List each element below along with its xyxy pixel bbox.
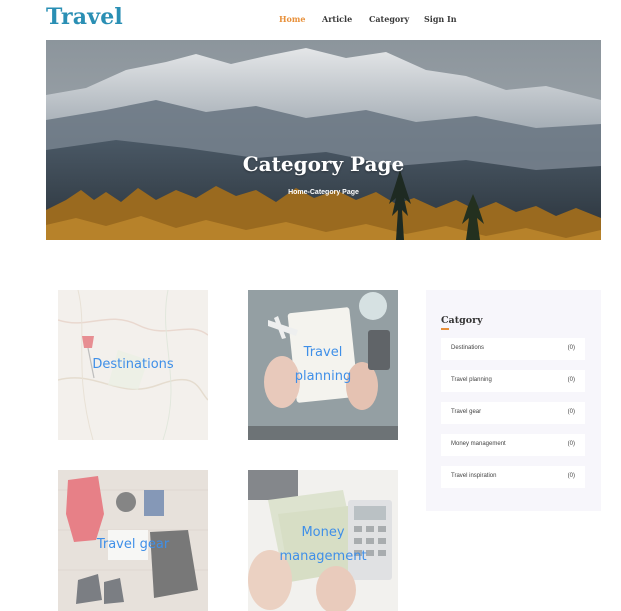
sidebar-item-travel-planning[interactable]: Travel planning (0) bbox=[441, 370, 585, 392]
sidebar-item-count: (0) bbox=[567, 441, 575, 447]
breadcrumb-current: -Category Page bbox=[307, 189, 359, 196]
category-card-travel-planning[interactable]: Travel planning bbox=[248, 290, 398, 440]
sidebar-item-destinations[interactable]: Destinations (0) bbox=[441, 338, 585, 360]
sidebar-item-count: (0) bbox=[567, 345, 575, 351]
title-underline bbox=[441, 328, 449, 330]
sidebar-item-label: Destinations bbox=[451, 345, 485, 351]
sidebar-item-count: (0) bbox=[567, 377, 575, 383]
tile-label-line-2: planning bbox=[294, 369, 352, 384]
sidebar-item-travel-inspiration[interactable]: Travel inspiration (0) bbox=[441, 466, 585, 488]
tile-label-line-1: Money bbox=[301, 525, 345, 540]
sidebar-item-count: (0) bbox=[567, 473, 575, 479]
tile-label: Travel gear bbox=[96, 537, 170, 552]
category-card-money-management[interactable]: Money management bbox=[248, 470, 398, 611]
category-card-travel-gear[interactable]: Travel gear bbox=[58, 470, 208, 611]
breadcrumb-home-link[interactable]: Home bbox=[288, 189, 307, 196]
nav-article[interactable]: Article bbox=[322, 14, 352, 24]
category-sidebar: Catgory Destinations (0) Travel planning… bbox=[426, 290, 601, 511]
category-card-destinations[interactable]: Destinations bbox=[58, 290, 208, 440]
nav-sign-in[interactable]: Sign In bbox=[424, 14, 457, 24]
nav-home[interactable]: Home bbox=[279, 14, 305, 24]
sidebar-item-travel-gear[interactable]: Travel gear (0) bbox=[441, 402, 585, 424]
page-title: Category Page bbox=[242, 152, 405, 176]
sidebar-item-label: Money management bbox=[451, 441, 506, 447]
hero-banner: Category Page Home-Category Page bbox=[46, 40, 601, 240]
nav-category[interactable]: Category bbox=[369, 14, 409, 24]
mountain-landscape-image bbox=[46, 40, 601, 240]
tile-label: Destinations bbox=[92, 357, 174, 372]
tile-label-line-2: management bbox=[279, 549, 367, 564]
tile-label-line-1: Travel bbox=[303, 345, 343, 360]
sidebar-item-money-management[interactable]: Money management (0) bbox=[441, 434, 585, 456]
sidebar-title: Catgory bbox=[441, 315, 483, 326]
breadcrumb: Home-Category Page bbox=[46, 189, 601, 196]
main-nav: Home Article Category Sign In bbox=[0, 14, 621, 26]
sidebar-item-count: (0) bbox=[567, 409, 575, 415]
sidebar-item-label: Travel planning bbox=[451, 377, 492, 383]
sidebar-item-label: Travel inspiration bbox=[451, 473, 497, 479]
sidebar-item-label: Travel gear bbox=[451, 409, 482, 415]
